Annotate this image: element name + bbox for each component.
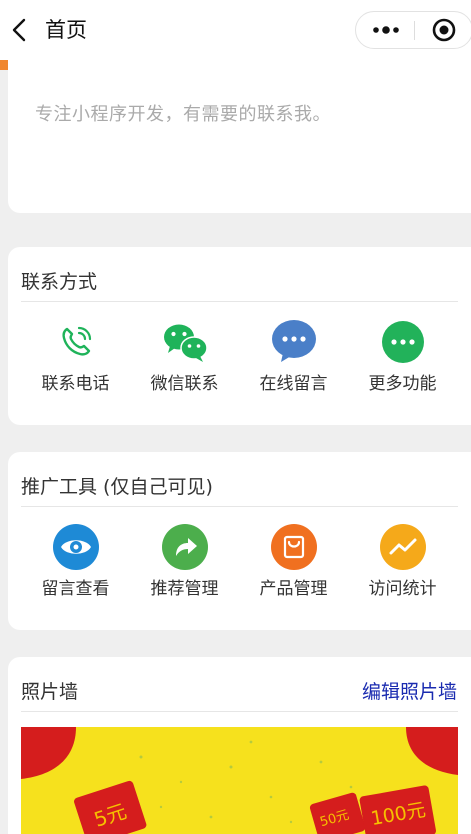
- chevron-left-icon[interactable]: [8, 15, 32, 45]
- section-title-promo: 推广工具 (仅自己可见): [21, 476, 213, 498]
- contact-message-button[interactable]: 在线留言: [239, 317, 348, 407]
- intro-text: 专注小程序开发，有需要的联系我。: [35, 104, 331, 125]
- banner-artwork: 5元 50元 100元: [21, 727, 458, 834]
- contact-wechat-button[interactable]: 微信联系: [130, 317, 239, 407]
- promo-messages-label: 留言查看: [41, 579, 110, 599]
- share-arrow-icon: [162, 524, 208, 570]
- capsule-divider: [414, 21, 415, 40]
- contact-more-label: 更多功能: [368, 374, 437, 394]
- contact-more-button[interactable]: 更多功能: [348, 317, 457, 407]
- page-title: 首页: [45, 18, 87, 42]
- divider: [21, 506, 458, 507]
- promo-referral-label: 推荐管理: [150, 579, 219, 599]
- contact-wechat-label: 微信联系: [150, 374, 219, 394]
- divider: [21, 301, 458, 302]
- target-close-icon[interactable]: [416, 12, 471, 48]
- photo-banner-image[interactable]: 5元 50元 100元: [21, 727, 458, 834]
- promo-tools-card: 推广工具 (仅自己可见) 留言查看 推荐管理 产品管理 访问统计: [8, 452, 471, 630]
- promo-referral-button[interactable]: 推荐管理: [130, 522, 239, 612]
- divider: [21, 711, 458, 712]
- section-title-contact: 联系方式: [21, 271, 98, 293]
- more-circle-icon: [382, 321, 424, 363]
- promo-stats-label: 访问统计: [368, 579, 437, 599]
- phone-icon: [62, 326, 92, 356]
- promo-grid: 留言查看 推荐管理 产品管理 访问统计: [21, 522, 458, 612]
- shopping-bag-icon: [271, 524, 317, 570]
- contact-message-label: 在线留言: [259, 374, 328, 394]
- chat-bubble-icon: [272, 320, 316, 362]
- eye-icon: [53, 524, 99, 570]
- promo-products-label: 产品管理: [259, 579, 328, 599]
- intro-card: 专注小程序开发，有需要的联系我。: [8, 60, 471, 213]
- photo-wall-card: 照片墙 编辑照片墙 5元 50元 100元: [8, 657, 471, 834]
- contact-phone-label: 联系电话: [41, 374, 110, 394]
- contact-phone-button[interactable]: 联系电话: [21, 317, 130, 407]
- trend-line-icon: [380, 524, 426, 570]
- promo-products-button[interactable]: 产品管理: [239, 522, 348, 612]
- wechat-icon: [164, 324, 208, 362]
- contact-grid: 联系电话 微信联系 在线留言 更多功能: [21, 317, 458, 407]
- accent-strip: [0, 60, 8, 70]
- promo-messages-button[interactable]: 留言查看: [21, 522, 130, 612]
- promo-stats-button[interactable]: 访问统计: [348, 522, 457, 612]
- navigation-bar: 首页: [0, 0, 471, 60]
- section-title-photos: 照片墙: [21, 681, 79, 703]
- menu-capsule: [355, 11, 471, 49]
- more-dots-icon[interactable]: [356, 12, 414, 48]
- edit-photo-wall-link[interactable]: 编辑照片墙: [362, 677, 457, 707]
- contact-card: 联系方式 联系电话 微信联系 在线留言 更多功能: [8, 247, 471, 425]
